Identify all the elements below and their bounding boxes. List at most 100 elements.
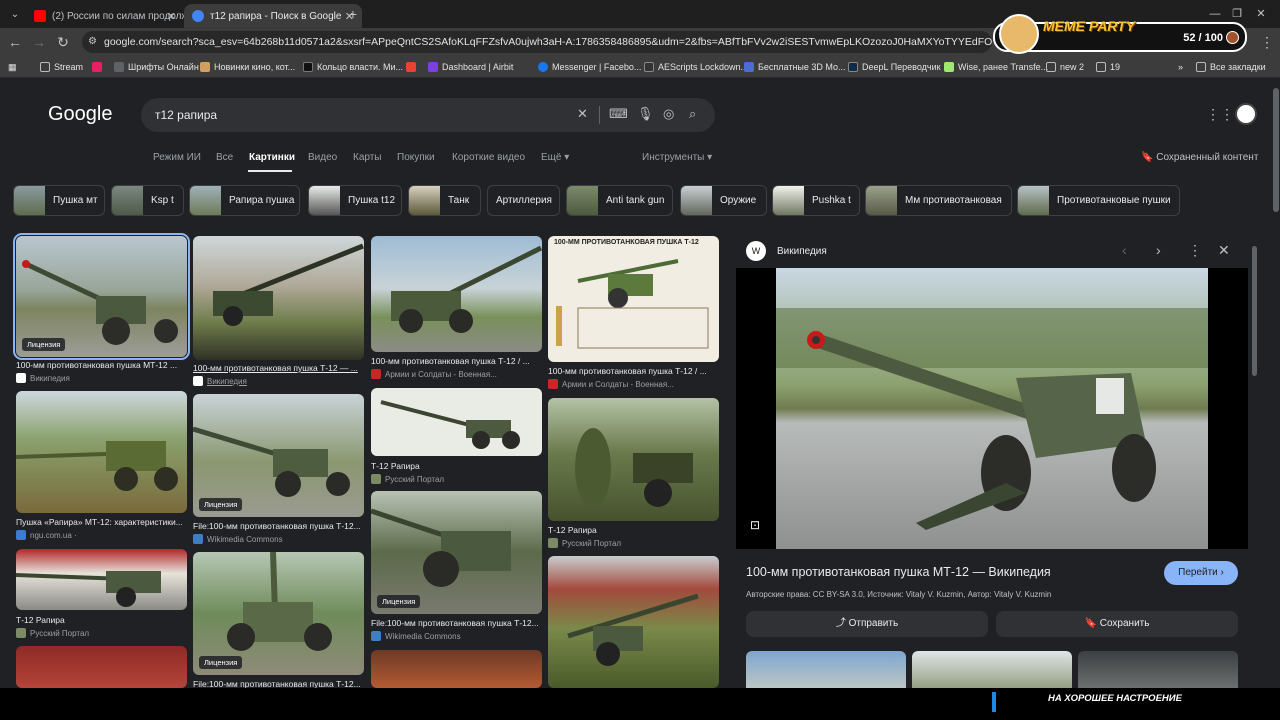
avatar[interactable] [1235, 103, 1257, 125]
bookmark[interactable]: Stream [40, 60, 83, 74]
bookmark[interactable]: Новинки кино, кот... [200, 60, 295, 74]
chip[interactable]: Ksp t [111, 185, 184, 216]
bookmark[interactable] [92, 60, 106, 74]
result-thumbnail[interactable] [16, 549, 187, 610]
new-tab-button[interactable]: + [344, 5, 362, 23]
result-thumbnail[interactable] [371, 650, 542, 688]
apps-icon[interactable]: ▦ [8, 60, 17, 74]
prev-arrow-icon[interactable]: ‹ [1122, 242, 1127, 258]
more-bookmarks-icon[interactable]: » [1178, 60, 1183, 74]
chip[interactable]: Anti tank gun [566, 185, 673, 216]
license-badge[interactable]: Лицензия [22, 338, 66, 351]
search-icon[interactable]: ⌕ [689, 106, 696, 122]
image-result[interactable]: Т-12 Рапира Русский Портал [548, 398, 719, 550]
result-caption[interactable]: 100-мм противотанковая пушка Т-12 — ... [193, 363, 364, 373]
image-result[interactable]: Лицензия 100-мм противотанковая пушка МТ… [13, 233, 190, 386]
image-result[interactable] [548, 556, 719, 688]
license-badge[interactable]: Лицензия [199, 498, 243, 511]
search-box[interactable]: т12 рапира ✕ ⌨ 🎙 ◎ ⌕ [141, 98, 715, 132]
result-thumbnail[interactable] [548, 398, 719, 521]
tab-maps[interactable]: Карты [353, 152, 382, 163]
result-source[interactable]: Русский Портал [16, 628, 187, 638]
result-thumbnail[interactable] [371, 236, 542, 352]
address-bar[interactable]: ⚙ google.com/search?sca_esv=64b268b11d05… [82, 31, 992, 53]
result-thumbnail[interactable] [16, 391, 187, 513]
preview-site-name[interactable]: Википедия [777, 246, 827, 257]
image-result[interactable]: Т-12 Рапира Русский Портал [16, 549, 187, 641]
chip[interactable]: Рапира пушка [189, 185, 300, 216]
lens-icon[interactable]: ◎ [663, 106, 674, 122]
result-source[interactable]: Wikimedia Commons [193, 534, 364, 544]
image-result[interactable]: 100-мм противотанковая пушка Т-12 — ... … [193, 236, 364, 388]
result-thumbnail[interactable]: 100-ММ ПРОТИВОТАНКОВАЯ ПУШКА Т-12 [548, 236, 719, 362]
panel-scrollbar[interactable] [1252, 246, 1257, 376]
license-badge[interactable]: Лицензия [199, 656, 243, 669]
maximize-button[interactable]: ❐ [1228, 5, 1246, 23]
bookmark[interactable]: Все закладки [1196, 60, 1266, 74]
next-arrow-icon[interactable]: › [1156, 242, 1161, 258]
chip[interactable]: Мм противотанковая [865, 185, 1012, 216]
bookmark[interactable]: Messenger | Facebo... [538, 60, 641, 74]
tab-more[interactable]: Ещё ▾ [541, 152, 569, 163]
image-result[interactable]: Лицензия File:100-мм противотанковая пуш… [193, 394, 364, 546]
result-source[interactable]: Википедия [193, 376, 364, 386]
result-caption[interactable]: Т-12 Рапира [371, 461, 542, 471]
keyboard-icon[interactable]: ⌨ [609, 106, 628, 122]
more-options-icon[interactable]: ⋮ [1188, 242, 1202, 259]
image-result[interactable]: Лицензия File:100-мм противотанковая пуш… [371, 491, 542, 643]
result-thumbnail[interactable] [371, 388, 542, 456]
chip[interactable]: Противотанковые пушки [1017, 185, 1180, 216]
result-source[interactable]: Армии и Солдаты - Военная... [371, 369, 542, 379]
result-source[interactable]: Википедия [16, 373, 187, 383]
search-input[interactable]: т12 рапира [155, 108, 217, 122]
related-thumbnail[interactable] [1078, 651, 1238, 688]
result-caption[interactable]: Т-12 Рапира [16, 615, 187, 625]
tools-button[interactable]: Инструменты ▾ [642, 152, 712, 163]
preview-image[interactable]: ⊡ [736, 268, 1248, 549]
bookmark[interactable]: new 2 [1046, 60, 1084, 74]
result-caption[interactable]: Т-12 Рапира [548, 525, 719, 535]
tab-all[interactable]: Все [216, 152, 233, 163]
result-caption[interactable]: 100-мм противотанковая пушка Т-12 / ... [548, 366, 719, 376]
result-caption[interactable]: Пушка «Рапира» МТ-12: характеристики... [16, 517, 187, 527]
image-result[interactable] [371, 650, 542, 688]
tab-ai-mode[interactable]: Режим ИИ [153, 152, 201, 163]
result-thumbnail[interactable] [548, 556, 719, 688]
visit-button[interactable]: Перейти › [1164, 561, 1238, 585]
clear-icon[interactable]: ✕ [577, 106, 588, 122]
close-panel-icon[interactable]: ✕ [1218, 242, 1230, 259]
bookmark[interactable]: 19 [1096, 60, 1120, 74]
back-button[interactable]: ← [6, 33, 24, 51]
result-source[interactable]: Русский Портал [371, 474, 542, 484]
save-button[interactable]: 🔖 Сохранить [996, 611, 1238, 637]
bookmark[interactable]: AEScripts Lockdown... [644, 60, 748, 74]
result-caption[interactable]: File:100-мм противотанковая пушка Т-12..… [193, 521, 364, 531]
browser-tab[interactable]: (2) России по силам продолж ✕ [26, 4, 184, 28]
chip[interactable]: Пушка мт [13, 185, 105, 216]
result-thumbnail[interactable]: Лицензия [193, 552, 364, 675]
result-source[interactable]: ngu.com.ua · [16, 530, 187, 540]
minimize-button[interactable]: — [1206, 5, 1224, 23]
reload-button[interactable]: ↻ [54, 33, 72, 51]
site-info-icon[interactable]: ⚙ [88, 31, 97, 53]
result-caption[interactable]: 100-мм противотанковая пушка МТ-12 ... [16, 360, 187, 370]
result-thumbnail[interactable]: Лицензия [371, 491, 542, 614]
result-caption[interactable]: File:100-мм противотанковая пушка Т-12..… [371, 618, 542, 628]
share-button[interactable]: ⤴ Отправить [746, 611, 988, 637]
result-thumbnail[interactable]: Лицензия [193, 394, 364, 517]
lens-search-icon[interactable]: ⊡ [750, 518, 760, 532]
browser-tab-active[interactable]: т12 рапира - Поиск в Google ✕ [184, 4, 362, 28]
browser-menu-icon[interactable]: ⋮ [1258, 33, 1276, 51]
tab-images[interactable]: Картинки [249, 152, 295, 163]
forward-button[interactable]: → [30, 33, 48, 51]
bookmark[interactable]: Шрифты Онлайн [114, 60, 199, 74]
page-scrollbar[interactable] [1273, 88, 1279, 212]
image-result[interactable] [16, 646, 187, 688]
image-result[interactable]: Лицензия File:100-мм противотанковая пуш… [193, 552, 364, 689]
result-source[interactable]: Армии и Солдаты - Военная... [548, 379, 719, 389]
tab-search-icon[interactable]: ⌄ [6, 6, 24, 24]
google-logo[interactable]: Google [48, 103, 113, 126]
saved-content-link[interactable]: 🔖 Сохраненный контент [1141, 152, 1258, 163]
mic-icon[interactable]: 🎙 [637, 106, 654, 122]
result-thumbnail[interactable]: Лицензия [13, 233, 190, 360]
